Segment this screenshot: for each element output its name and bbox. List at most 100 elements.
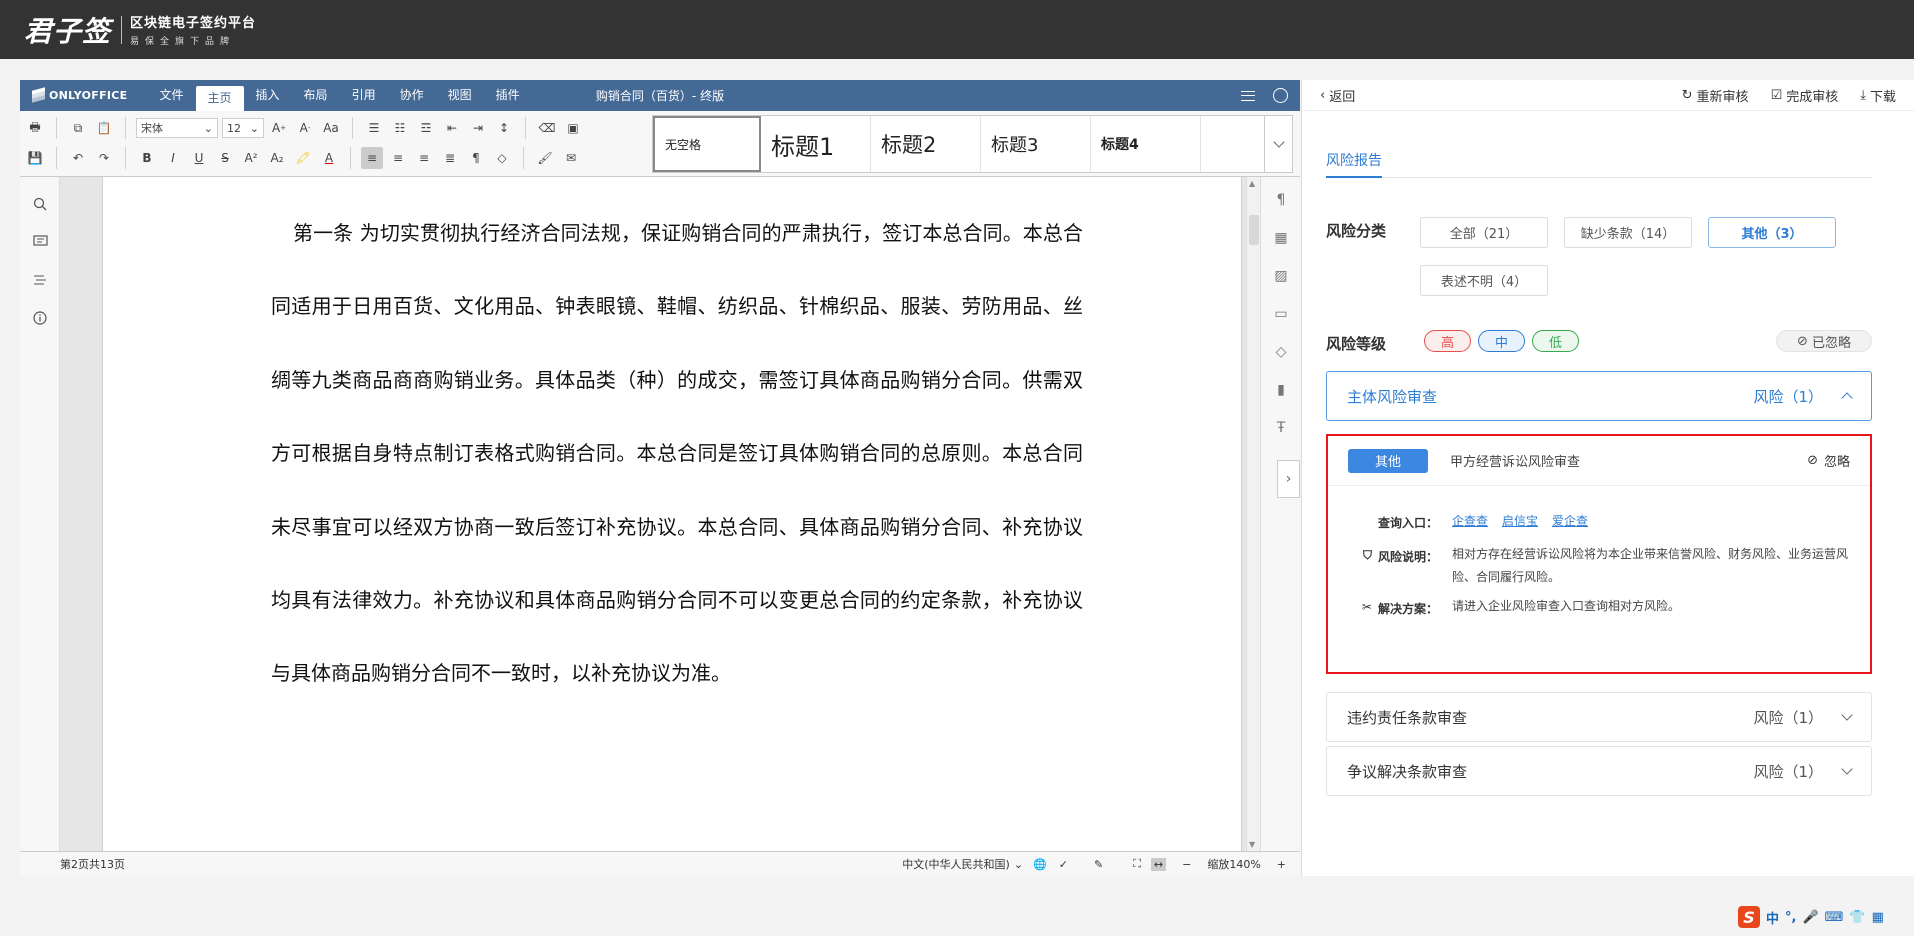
- italic-icon[interactable]: I: [162, 147, 184, 169]
- superscript-icon[interactable]: A²: [240, 147, 262, 169]
- print-icon[interactable]: 🖶: [24, 117, 46, 139]
- style-no-spacing[interactable]: 无空格: [653, 116, 761, 172]
- mail-merge-icon[interactable]: ✉: [560, 147, 582, 169]
- document-body[interactable]: 第一条 为切实贯彻执行经济合同法规，保证购销合同的严肃执行，签订本总合同。本总合…: [271, 197, 1083, 711]
- align-left-icon[interactable]: ≡: [361, 147, 383, 169]
- increase-font-icon[interactable]: A +: [268, 117, 290, 139]
- spellcheck-icon[interactable]: ✓: [1059, 858, 1068, 871]
- shape-settings-icon[interactable]: ◇: [1261, 333, 1301, 371]
- zoom-in-icon[interactable]: +: [1277, 858, 1286, 871]
- bullet-list-icon[interactable]: ☰: [363, 117, 385, 139]
- bold-icon[interactable]: B: [136, 147, 158, 169]
- level-low[interactable]: 低: [1532, 330, 1579, 352]
- copy-icon[interactable]: ⧉: [67, 117, 89, 139]
- align-center-icon[interactable]: ≡: [387, 147, 409, 169]
- zoom-out-icon[interactable]: −: [1182, 858, 1191, 871]
- fit-page-icon[interactable]: ⛶: [1133, 857, 1141, 871]
- scroll-up-icon[interactable]: ▲: [1249, 179, 1255, 188]
- skin-icon[interactable]: 👕: [1849, 910, 1865, 925]
- menu-icon[interactable]: [1241, 90, 1255, 101]
- tab-plugins[interactable]: 插件: [484, 80, 532, 111]
- punctuation-icon[interactable]: °,: [1785, 910, 1796, 925]
- scrollbar-thumb[interactable]: [1249, 215, 1259, 245]
- style-heading-1[interactable]: 标题1: [761, 116, 871, 172]
- section-breach-liability[interactable]: 违约责任条款审查 风险（1）: [1326, 692, 1872, 742]
- level-high[interactable]: 高: [1424, 330, 1471, 352]
- style-heading-2[interactable]: 标题2: [871, 116, 981, 172]
- change-case-icon[interactable]: Aa: [320, 117, 342, 139]
- image-settings-icon[interactable]: ▨: [1261, 257, 1301, 295]
- ignore-button[interactable]: ⊘ 忽略: [1807, 451, 1850, 470]
- toolbox-icon[interactable]: ▦: [1872, 910, 1884, 925]
- category-other[interactable]: 其他（3）: [1708, 217, 1836, 248]
- paragraph-shading-icon[interactable]: ◇: [491, 147, 513, 169]
- back-button[interactable]: ‹ 返回: [1320, 86, 1355, 105]
- textart-settings-icon[interactable]: Ŧ: [1261, 409, 1301, 447]
- microphone-icon[interactable]: 🎤: [1802, 910, 1818, 925]
- numbered-list-icon[interactable]: ☷: [389, 117, 411, 139]
- category-missing-clauses[interactable]: 缺少条款（14）: [1564, 217, 1692, 248]
- decrease-font-icon[interactable]: A-: [294, 117, 316, 139]
- nonprinting-characters-icon[interactable]: ¶: [465, 147, 487, 169]
- recheck-button[interactable]: ↻ 重新审核: [1682, 86, 1749, 105]
- font-size-select[interactable]: 12 ⌄: [222, 118, 264, 138]
- keyboard-icon[interactable]: ⌨: [1825, 910, 1844, 925]
- navigation-icon[interactable]: [20, 261, 60, 299]
- ime-language[interactable]: 中: [1766, 908, 1779, 927]
- track-changes-icon[interactable]: ✎: [1094, 858, 1103, 871]
- style-gallery-expand[interactable]: [1264, 116, 1292, 172]
- brand-logo[interactable]: 君子签: [24, 10, 111, 50]
- section-dispute-resolution[interactable]: 争议解决条款审查 风险（1）: [1326, 746, 1872, 796]
- line-spacing-icon[interactable]: ↕: [493, 117, 515, 139]
- tab-risk-report[interactable]: 风险报告: [1326, 150, 1382, 170]
- align-justify-icon[interactable]: ≣: [439, 147, 461, 169]
- underline-icon[interactable]: U: [188, 147, 210, 169]
- download-button[interactable]: ⤓ 下载: [1860, 86, 1896, 105]
- font-color-icon[interactable]: A: [318, 147, 340, 169]
- user-icon[interactable]: [1273, 88, 1288, 103]
- tab-view[interactable]: 视图: [436, 80, 484, 111]
- tab-references[interactable]: 引用: [340, 80, 388, 111]
- multilevel-list-icon[interactable]: ☲: [415, 117, 437, 139]
- style-heading-4[interactable]: 标题4: [1091, 116, 1201, 172]
- strikethrough-icon[interactable]: S: [214, 147, 236, 169]
- redo-icon[interactable]: ↷: [93, 147, 115, 169]
- table-settings-icon[interactable]: ▦: [1261, 219, 1301, 257]
- paragraph-settings-icon[interactable]: ¶: [1261, 181, 1301, 219]
- format-painter-icon[interactable]: 🖌: [534, 147, 556, 169]
- copy-style-icon[interactable]: ▣: [562, 117, 584, 139]
- tab-collaboration[interactable]: 协作: [388, 80, 436, 111]
- vertical-scrollbar[interactable]: ▲ ▼: [1246, 177, 1260, 851]
- tab-home[interactable]: 主页: [195, 86, 244, 111]
- increase-indent-icon[interactable]: ⇥: [467, 117, 489, 139]
- level-medium[interactable]: 中: [1478, 330, 1525, 352]
- tab-file[interactable]: 文件: [148, 80, 196, 111]
- tab-layout[interactable]: 布局: [292, 80, 340, 111]
- tab-insert[interactable]: 插入: [244, 80, 292, 111]
- style-heading-3[interactable]: 标题3: [981, 116, 1091, 172]
- section-subject-risk[interactable]: 主体风险审查 风险（1）: [1326, 371, 1872, 421]
- align-right-icon[interactable]: ≡: [413, 147, 435, 169]
- category-all[interactable]: 全部（21）: [1420, 217, 1548, 248]
- scroll-down-icon[interactable]: ▼: [1249, 840, 1255, 849]
- highlight-icon[interactable]: 🖍: [292, 147, 314, 169]
- link-aiqicha[interactable]: 爱企查: [1552, 514, 1588, 531]
- link-qichacha[interactable]: 企查查: [1452, 514, 1488, 531]
- decrease-indent-icon[interactable]: ⇤: [441, 117, 463, 139]
- chart-settings-icon[interactable]: ▮: [1261, 371, 1301, 409]
- comments-icon[interactable]: [20, 223, 60, 261]
- header-footer-settings-icon[interactable]: ▭: [1261, 295, 1301, 333]
- info-icon[interactable]: [20, 299, 60, 337]
- font-name-select[interactable]: 宋体 ⌄: [136, 118, 218, 138]
- ignored-filter-button[interactable]: ⊘ 已忽略: [1776, 330, 1872, 352]
- sogou-logo-icon[interactable]: S: [1738, 906, 1760, 928]
- language-select[interactable]: 中文(中华人民共和国) ⌄: [902, 856, 1023, 872]
- globe-icon[interactable]: 🌐: [1033, 858, 1047, 871]
- subscript-icon[interactable]: A₂: [266, 147, 288, 169]
- link-qixinbao[interactable]: 启信宝: [1502, 514, 1538, 531]
- clear-style-icon[interactable]: ⌫: [536, 117, 558, 139]
- category-unclear[interactable]: 表述不明（4）: [1420, 265, 1548, 296]
- finish-review-button[interactable]: ☑ 完成审核: [1771, 86, 1839, 105]
- save-icon[interactable]: 💾: [24, 147, 46, 169]
- paste-icon[interactable]: 📋: [93, 117, 115, 139]
